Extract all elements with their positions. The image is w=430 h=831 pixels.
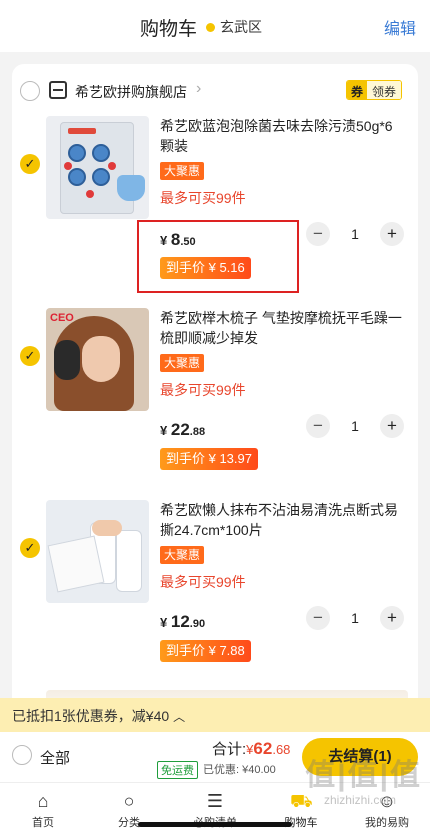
product-name[interactable]: 希艺欧蓝泡泡除菌去味去除污渍50g*6颗装: [160, 116, 404, 156]
watermark-logo: 值|值|值: [305, 759, 422, 792]
list-icon: ☰: [206, 791, 224, 811]
store-icon: [49, 81, 67, 99]
total-label: 合计:: [212, 741, 247, 758]
location-selector[interactable]: 玄武区: [206, 17, 262, 37]
increase-quantity-button[interactable]: +: [379, 606, 404, 630]
product-image[interactable]: [46, 116, 149, 219]
purchase-limit: 最多可买99件: [160, 574, 246, 590]
product-price: ¥ 12.90: [160, 612, 206, 631]
page-title: 购物车: [140, 19, 198, 40]
promo-badge: 大聚惠: [160, 546, 205, 564]
coupon-deduction-bar[interactable]: 已抵扣1张优惠券，减¥40 ︿: [0, 698, 430, 732]
item-checked-checkbox[interactable]: ✓: [20, 154, 40, 174]
home-icon: ⌂: [37, 791, 49, 811]
store-select-radio[interactable]: [20, 81, 40, 101]
decrease-quantity-button[interactable]: −: [306, 606, 330, 630]
edit-button[interactable]: 编辑: [384, 15, 416, 39]
brand-logo: CEO: [50, 312, 74, 324]
quantity-stepper: − 1 +: [306, 412, 404, 440]
watermark-url: zhizhizhi.com: [323, 793, 396, 807]
coupon-tag: 券: [346, 81, 367, 99]
product-name[interactable]: 希艺欧懒人抹布不沾油易清洗点断式易撕24.7cm*100片: [160, 500, 404, 540]
product-name[interactable]: 希艺欧榉木梳子 气垫按摩梳抚平毛躁一梳即顺减少掉发: [160, 308, 404, 348]
select-all-label[interactable]: 全部: [40, 747, 70, 768]
location-pin-icon: [206, 22, 215, 32]
search-icon: ○: [123, 791, 135, 811]
quantity-value[interactable]: 1: [351, 418, 359, 434]
location-label: 玄武区: [220, 19, 262, 35]
free-shipping-badge: 免运费: [157, 761, 198, 779]
cart-icon: ⛟: [290, 791, 313, 811]
quantity-value[interactable]: 1: [351, 226, 359, 242]
tab-home[interactable]: ⌂ 首页: [0, 783, 86, 831]
price-highlight-box: [137, 220, 299, 293]
item-checked-checkbox[interactable]: ✓: [20, 538, 40, 558]
quantity-stepper: − 1 +: [306, 604, 404, 632]
item-checked-checkbox[interactable]: ✓: [20, 346, 40, 366]
product-image[interactable]: [46, 500, 149, 603]
discount-amount: 已优惠: ¥40.00: [203, 764, 276, 776]
final-price-tag: 到手价 ¥ 13.97: [160, 448, 258, 470]
cart-store-card: 希艺欧拼购旗舰店 › 券 领券 ✓ 希艺欧蓝泡泡除菌去味去除污渍50g*6颗装 …: [12, 64, 418, 724]
chevron-right-icon[interactable]: ›: [196, 80, 201, 98]
select-all-radio[interactable]: [12, 745, 32, 765]
home-indicator[interactable]: [138, 822, 292, 827]
decrease-quantity-button[interactable]: −: [306, 222, 330, 246]
chevron-up-icon: ︿: [173, 710, 186, 724]
purchase-limit: 最多可买99件: [160, 190, 246, 206]
coupon-deduction-text: 已抵扣1张优惠券，减¥40: [12, 708, 170, 724]
coupon-label: 领券: [366, 81, 401, 99]
quantity-value[interactable]: 1: [351, 610, 359, 626]
product-price: ¥ 22.88: [160, 420, 206, 439]
store-header: 希艺欧拼购旗舰店 › 券 领券: [12, 76, 418, 106]
quantity-stepper: − 1 +: [306, 220, 404, 248]
top-header: 购物车 玄武区 编辑: [0, 0, 430, 52]
store-name[interactable]: 希艺欧拼购旗舰店: [75, 82, 187, 102]
promo-badge: 大聚惠: [160, 162, 205, 180]
purchase-limit: 最多可买99件: [160, 382, 246, 398]
cart-item: ✓ CEO 希艺欧榉木梳子 气垫按摩梳抚平毛躁一梳即顺减少掉发 大聚惠 最多可买…: [12, 308, 418, 488]
promo-badge: 大聚惠: [160, 354, 205, 372]
get-coupon-button[interactable]: 券 领券: [345, 80, 402, 100]
cart-item: ✓ 希艺欧懒人抹布不沾油易清洗点断式易撕24.7cm*100片 大聚惠 最多可买…: [12, 500, 418, 680]
product-image[interactable]: CEO: [46, 308, 149, 411]
final-price-tag: 到手价 ¥ 7.88: [160, 640, 251, 662]
decrease-quantity-button[interactable]: −: [306, 414, 330, 438]
increase-quantity-button[interactable]: +: [379, 414, 404, 438]
increase-quantity-button[interactable]: +: [379, 222, 404, 246]
order-total: 合计:¥62.68: [212, 739, 291, 758]
